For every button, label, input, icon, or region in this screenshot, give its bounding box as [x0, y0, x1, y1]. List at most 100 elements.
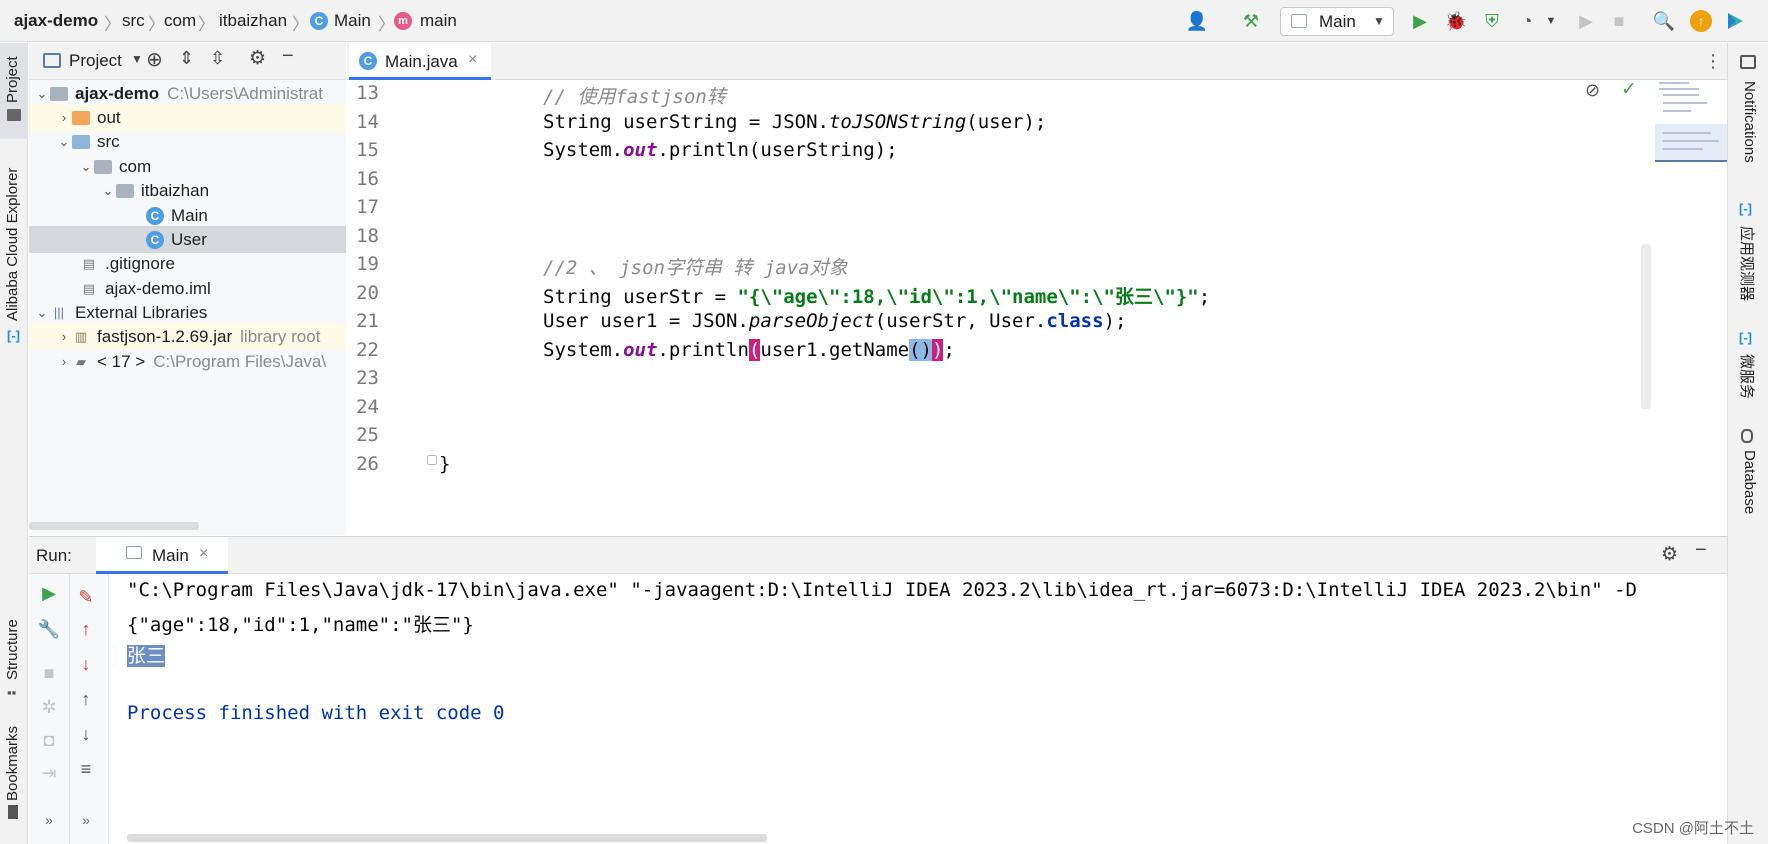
- tree-item-ajax-demo[interactable]: ⌄ ajax-demo C:\Users\Administrat: [29, 80, 346, 107]
- next-occurrence-icon[interactable]: ↓: [75, 653, 97, 675]
- tree-item-com[interactable]: ⌄ com: [29, 153, 346, 180]
- tree-item-out[interactable]: › out: [29, 104, 346, 131]
- tree-item-label: ajax-demo: [75, 83, 160, 103]
- breadcrumb-src[interactable]: src: [122, 11, 145, 31]
- plugin-logo-icon[interactable]: [1724, 10, 1746, 32]
- breadcrumb-separator: 〉: [378, 15, 395, 34]
- run-tab-main[interactable]: Main ×: [96, 537, 228, 574]
- breadcrumb-main-class[interactable]: Main: [334, 11, 371, 31]
- tree-item-gitignore[interactable]: ▤ .gitignore: [29, 250, 346, 277]
- tree-item-main[interactable]: C Main: [29, 202, 346, 229]
- code-editor[interactable]: // 使用fastjson转 String userString = JSON.…: [437, 78, 1651, 535]
- breadcrumb-com[interactable]: com: [164, 11, 196, 31]
- chevron-down-icon: ▼: [1373, 14, 1385, 28]
- console-output[interactable]: "C:\Program Files\Java\jdk-17\bin\java.e…: [110, 574, 1727, 844]
- collapse-all-icon[interactable]: ⇳: [210, 48, 225, 69]
- tree-item-label: User: [171, 229, 207, 249]
- minimize-icon[interactable]: −: [1695, 539, 1707, 562]
- class-icon: C: [146, 230, 164, 249]
- stop-icon[interactable]: ■: [38, 662, 60, 684]
- code-line-22: System.out.println(user1.getName());: [543, 339, 955, 361]
- code-token: toJSONString: [828, 111, 967, 133]
- console-horizontal-scrollbar[interactable]: [127, 834, 767, 842]
- rerun-icon[interactable]: ▶: [38, 582, 60, 604]
- minimize-icon[interactable]: −: [282, 45, 294, 68]
- tree-item-itbaizhan[interactable]: ⌄ itbaizhan: [29, 177, 346, 204]
- fold-marker-icon[interactable]: [427, 455, 437, 465]
- tree-item-path: C:\Users\Administrat: [167, 83, 323, 103]
- modify-config-wrench-icon[interactable]: 🔧: [38, 618, 60, 640]
- run-configuration-select[interactable]: Main ▼: [1280, 7, 1394, 36]
- database-tool-label[interactable]: Database: [1741, 450, 1758, 514]
- gear-icon[interactable]: ⚙: [1661, 543, 1678, 566]
- clear-output-icon[interactable]: ✎: [75, 586, 97, 608]
- line-number: 21: [356, 310, 379, 332]
- breadcrumb-project[interactable]: ajax-demo: [14, 11, 98, 31]
- rerun-icon[interactable]: ▶: [1575, 10, 1597, 32]
- previous-occurrence-icon[interactable]: ↑: [75, 618, 97, 640]
- debug-icon[interactable]: 🐞: [1445, 10, 1467, 32]
- tree-item-src[interactable]: ⌄ src: [29, 128, 346, 155]
- more-tools-icon[interactable]: »: [38, 809, 60, 831]
- close-icon[interactable]: ×: [199, 545, 208, 563]
- tree-item-fastjson-jar[interactable]: › ▥ fastjson-1.2.69.jar library root: [29, 323, 346, 350]
- code-minimap[interactable]: [1655, 80, 1727, 180]
- alibaba-cloud-explorer-label[interactable]: Alibaba Cloud Explorer: [4, 168, 21, 321]
- project-horizontal-scrollbar[interactable]: [29, 522, 199, 530]
- scroll-up-icon[interactable]: ↑: [75, 688, 97, 710]
- chevron-down-icon[interactable]: ▼: [131, 52, 143, 66]
- close-icon[interactable]: ×: [468, 51, 477, 69]
- more-options-icon[interactable]: ⋮: [1704, 51, 1722, 72]
- soft-wrap-icon[interactable]: ≡: [75, 758, 97, 780]
- build-hammer-icon[interactable]: ⚒: [1240, 10, 1262, 32]
- project-panel-title[interactable]: Project: [69, 51, 122, 71]
- editor-vertical-scrollbar[interactable]: [1641, 244, 1651, 409]
- class-icon: C: [310, 12, 328, 30]
- profiler-icon[interactable]: ◔: [1516, 10, 1538, 32]
- config-icon: [1291, 14, 1307, 28]
- debug-icon[interactable]: ✲: [38, 696, 60, 718]
- search-icon[interactable]: 🔍: [1653, 10, 1675, 32]
- stop-icon[interactable]: ■: [1608, 10, 1630, 32]
- line-number: 16: [356, 168, 379, 190]
- expand-all-icon[interactable]: ⇕: [179, 48, 194, 69]
- exit-icon[interactable]: ⇥: [38, 762, 60, 784]
- tree-item-jdk[interactable]: › ▰ < 17 > C:\Program Files\Java\: [29, 348, 346, 375]
- app-observe-tool-label[interactable]: 应用观测器: [1737, 226, 1758, 301]
- project-tool-label[interactable]: Project: [4, 56, 21, 103]
- tab-main-java[interactable]: C Main.java ×: [349, 43, 491, 80]
- class-icon: C: [146, 206, 164, 225]
- project-view-icon: [43, 53, 61, 68]
- user-icon[interactable]: 👤: [1186, 10, 1208, 32]
- tree-item-user[interactable]: C User: [29, 226, 346, 253]
- console-name-output: 张三: [127, 641, 166, 668]
- project-tree: ⌄ ajax-demo C:\Users\Administrat › out ⌄…: [29, 80, 346, 535]
- chevron-right-icon: ›: [61, 110, 67, 125]
- locate-icon[interactable]: ⊕: [146, 47, 163, 72]
- camera-icon[interactable]: ◘: [38, 729, 60, 751]
- reader-mode-icon[interactable]: ⊘: [1585, 80, 1600, 101]
- no-problems-check-icon[interactable]: ✓: [1621, 78, 1637, 101]
- run-panel-header: Run: Main × ⚙ −: [29, 536, 1727, 574]
- code-line-13: // 使用fastjson转: [543, 82, 726, 109]
- tree-item-external-libraries[interactable]: ⌄ ||| External Libraries: [29, 299, 346, 326]
- run-icon[interactable]: ▶: [1409, 10, 1431, 32]
- tree-item-label: com: [119, 156, 152, 176]
- libraries-icon: |||: [53, 305, 65, 320]
- structure-tool-label[interactable]: Structure: [4, 619, 21, 680]
- chevron-down-icon[interactable]: ▼: [1540, 10, 1562, 32]
- microservice-tool-label[interactable]: 微服务: [1737, 354, 1758, 399]
- breadcrumb-main-method[interactable]: main: [420, 11, 457, 31]
- microservice-icon: [-]: [1739, 330, 1752, 345]
- scroll-down-icon[interactable]: ↓: [75, 723, 97, 745]
- tree-item-iml[interactable]: ▤ ajax-demo.iml: [29, 275, 346, 302]
- gear-icon[interactable]: ⚙: [249, 47, 266, 70]
- bookmarks-tool-label[interactable]: Bookmarks: [4, 726, 21, 801]
- breadcrumb-itbaizhan[interactable]: itbaizhan: [219, 11, 287, 31]
- more-tools-icon[interactable]: »: [75, 809, 97, 831]
- line-number-gutter: 13 14 15 16 17 18 19 20 21 22 23 24 25 2…: [347, 80, 437, 535]
- line-number: 15: [356, 139, 379, 161]
- notifications-tool-label[interactable]: Notifications: [1741, 81, 1758, 163]
- update-icon[interactable]: ↑: [1690, 10, 1712, 32]
- coverage-icon[interactable]: ⛨: [1481, 10, 1503, 32]
